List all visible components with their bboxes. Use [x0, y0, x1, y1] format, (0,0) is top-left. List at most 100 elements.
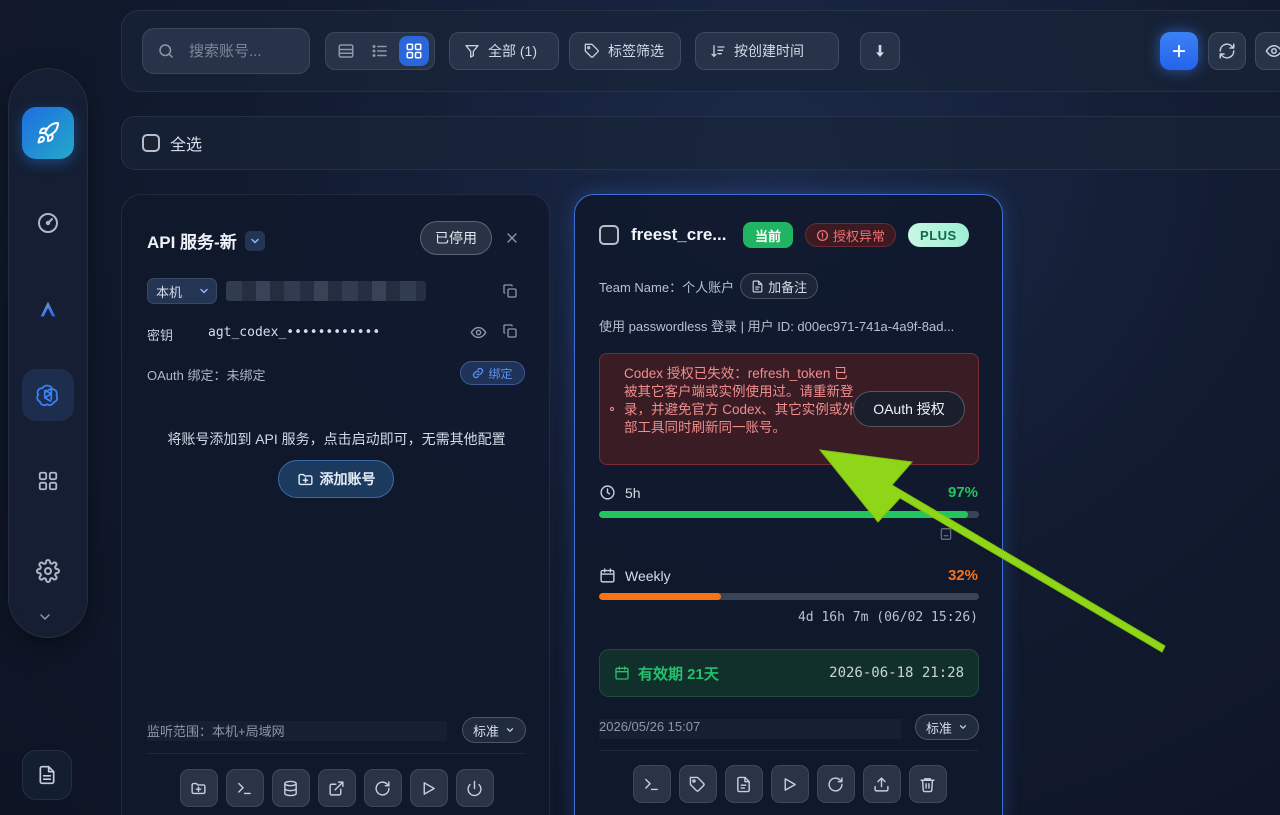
- nav-dashboard-button[interactable]: [22, 197, 74, 249]
- add-account-to-service-button[interactable]: 添加账号: [278, 460, 394, 498]
- tag-icon: [584, 43, 599, 58]
- nav-settings-button[interactable]: [22, 545, 74, 597]
- bind-button[interactable]: 绑定: [460, 361, 525, 385]
- chevron-down-icon: [40, 614, 50, 621]
- sort-button[interactable]: 按创建时间: [695, 32, 839, 70]
- nav-apps-button[interactable]: [22, 455, 74, 507]
- sort-direction-button[interactable]: [860, 32, 900, 70]
- current-badge: 当前: [743, 222, 794, 248]
- nav-rocket-button[interactable]: [22, 107, 74, 159]
- document-icon: [39, 765, 55, 785]
- terminal-icon: [238, 782, 251, 794]
- terminal-button[interactable]: [225, 769, 264, 807]
- copy-url-button[interactable]: [502, 283, 518, 304]
- login-info: 使用 passwordless 登录 | 用户 ID: d00ec971-741…: [599, 319, 955, 334]
- usage-weekly-bar: [599, 593, 979, 600]
- search-box[interactable]: [142, 28, 310, 74]
- select-all-bar: 全选: [121, 116, 1280, 170]
- select-all-checkbox[interactable]: [142, 134, 160, 152]
- api-mode-select[interactable]: 标准: [462, 717, 526, 743]
- api-service-title[interactable]: API 服务-新: [147, 228, 265, 253]
- openai-icon: [36, 384, 59, 407]
- usage-detail-button[interactable]: [939, 527, 953, 546]
- delete-button[interactable]: [908, 765, 947, 803]
- nav-openai-button[interactable]: [22, 369, 74, 421]
- document-icon: [752, 280, 763, 292]
- database-button[interactable]: [271, 769, 310, 807]
- start-button[interactable]: [409, 769, 448, 807]
- api-actions: [122, 769, 551, 807]
- oauth-binding-status: OAuth 绑定：未绑定: [147, 368, 266, 383]
- add-note-button[interactable]: 加备注: [740, 273, 819, 299]
- reveal-key-button[interactable]: [470, 324, 487, 346]
- status-filter-button[interactable]: 全部 (1): [449, 32, 559, 70]
- alert-bullet: [610, 407, 614, 411]
- chevron-down-icon: [250, 238, 259, 244]
- api-service-card: API 服务-新 已停用 本机 密钥 agt_codex_•••••••••••…: [121, 194, 550, 815]
- arrow-down-icon: [876, 45, 884, 57]
- add-account-button[interactable]: [1160, 32, 1198, 70]
- export-button[interactable]: [862, 765, 901, 803]
- tag-icon: [689, 776, 705, 792]
- select-all-label[interactable]: 全选: [170, 131, 202, 155]
- close-card-button[interactable]: [504, 230, 520, 251]
- search-input[interactable]: [189, 42, 299, 60]
- api-service-dropdown[interactable]: [244, 230, 265, 251]
- chevron-down-icon: [200, 288, 208, 294]
- refresh-account-button[interactable]: [816, 765, 855, 803]
- tag-button[interactable]: [678, 765, 717, 803]
- terminal-icon: [645, 778, 658, 790]
- import-account-button[interactable]: [179, 769, 218, 807]
- launch-button[interactable]: [770, 765, 809, 803]
- view-grid-button[interactable]: [399, 36, 429, 66]
- service-status-button[interactable]: 已停用: [420, 221, 492, 255]
- grid-icon: [406, 43, 422, 59]
- auth-error-label: 授权异常: [833, 228, 886, 244]
- expiry-date: 2026-06-18 21:28: [829, 665, 964, 681]
- view-list-button[interactable]: [365, 36, 395, 66]
- usage-weekly-label: Weekly: [625, 567, 671, 584]
- power-button[interactable]: [455, 769, 494, 807]
- usage-5h-label: 5h: [625, 484, 641, 501]
- privacy-toggle-button[interactable]: [1255, 32, 1280, 70]
- plus-icon: [1172, 44, 1186, 58]
- nav-a-logo-button[interactable]: [22, 283, 74, 335]
- tag-filter-button[interactable]: 标签筛选: [569, 32, 681, 70]
- folder-plus-icon: [297, 473, 313, 485]
- copy-icon: [503, 324, 517, 338]
- open-external-button[interactable]: [317, 769, 356, 807]
- terminal-button[interactable]: [632, 765, 671, 803]
- external-link-icon: [329, 780, 344, 796]
- auth-error-alert: Codex 授权已失效：refresh_token 已被其它客户端或实例使用过。…: [599, 353, 979, 465]
- gear-icon: [36, 559, 60, 583]
- divider: [147, 753, 525, 754]
- created-time: 2026/05/26 15:07: [599, 719, 901, 739]
- oauth-authorize-button[interactable]: OAuth 授权: [853, 391, 965, 427]
- note-button[interactable]: [724, 765, 763, 803]
- logs-button[interactable]: [22, 750, 72, 800]
- team-row: Team Name：个人账户 加备注: [599, 273, 819, 299]
- host-select[interactable]: 本机: [147, 278, 217, 304]
- api-service-name: API 服务-新: [147, 233, 237, 252]
- restart-button[interactable]: [363, 769, 402, 807]
- play-icon: [784, 777, 796, 791]
- view-table-button[interactable]: [331, 36, 361, 66]
- account-mode-select[interactable]: 标准: [915, 714, 979, 740]
- refresh-button[interactable]: [1208, 32, 1246, 70]
- clock-icon: [600, 485, 615, 500]
- view-mode-group: [325, 32, 435, 70]
- toolbar: 全部 (1) 标签筛选 按创建时间: [121, 10, 1280, 92]
- sidebar-expand-chevron[interactable]: [37, 609, 59, 625]
- status-filter-label: 全部 (1): [488, 43, 537, 59]
- usage-weekly-fill: [599, 593, 721, 600]
- chevron-down-icon: [506, 728, 514, 733]
- divider: [600, 750, 978, 751]
- key-value: agt_codex_••••••••••••: [208, 325, 381, 340]
- grid-icon: [38, 471, 58, 491]
- key-label: 密钥: [147, 328, 174, 343]
- copy-key-button[interactable]: [502, 323, 518, 344]
- sort-icon: [711, 45, 725, 58]
- database-icon: [284, 780, 297, 796]
- refresh-icon: [375, 780, 390, 796]
- account-checkbox[interactable]: [599, 225, 619, 245]
